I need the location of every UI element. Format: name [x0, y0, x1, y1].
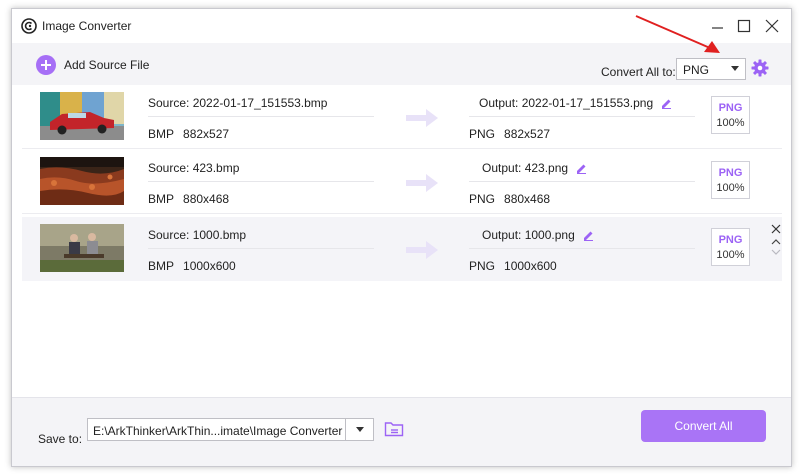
divider	[469, 248, 695, 249]
source-format: BMP	[148, 259, 175, 273]
source-resolution: 1000x600	[183, 259, 236, 273]
output-format-badge[interactable]: PNG 100%	[711, 96, 750, 134]
output-format: PNG	[469, 192, 496, 206]
output-meta: PNG 1000x600	[469, 259, 557, 273]
file-row[interactable]: Source: 2022-01-17_151553.bmp BMP 882x527…	[22, 85, 782, 149]
output-file-name-group: Output: 2022-01-17_151553.png	[479, 96, 672, 110]
output-format-value[interactable]: PNG	[683, 63, 709, 77]
output-resolution: 1000x600	[504, 259, 557, 273]
maximize-icon[interactable]	[735, 17, 753, 35]
output-file-name: Output: 1000.png	[482, 228, 575, 242]
title-bar: Image Converter	[12, 9, 791, 43]
output-file-name: Output: 2022-01-17_151553.png	[479, 96, 654, 110]
output-format: PNG	[469, 259, 496, 273]
chevron-down-icon[interactable]	[770, 247, 782, 257]
divider	[148, 181, 374, 182]
app-window: Image Converter Add Source File Convert …	[11, 8, 792, 467]
source-meta: BMP 880x468	[148, 192, 229, 206]
divider	[469, 181, 695, 182]
file-row[interactable]: Source: 423.bmp BMP 880x468 Output: 423.p…	[22, 150, 782, 214]
save-path-value[interactable]: E:\ArkThinker\ArkThin...imate\Image Conv…	[93, 424, 342, 438]
divider	[148, 248, 374, 249]
output-resolution: 880x468	[504, 192, 551, 206]
chevron-down-icon[interactable]	[731, 66, 739, 71]
source-meta: BMP 882x527	[148, 127, 229, 141]
folder-icon[interactable]	[384, 420, 404, 438]
toolbar: Add Source File Convert All to: PNG	[12, 43, 791, 85]
edit-icon[interactable]	[661, 98, 672, 109]
source-file-name: Source: 423.bmp	[148, 161, 240, 175]
output-meta: PNG 882x527	[469, 127, 550, 141]
arrow-right-icon	[406, 174, 438, 192]
source-resolution: 882x527	[183, 127, 230, 141]
badge-format[interactable]: PNG	[712, 102, 749, 114]
thumbnail-image	[40, 92, 124, 140]
output-format: PNG	[469, 127, 496, 141]
output-format-badge[interactable]: PNG 100%	[711, 228, 750, 266]
thumbnail-image	[40, 157, 124, 205]
file-row-selected[interactable]: Source: 1000.bmp BMP 1000x600 Output: 100…	[22, 217, 782, 281]
badge-format[interactable]: PNG	[712, 234, 749, 246]
edit-icon[interactable]	[583, 230, 594, 241]
divider	[469, 116, 695, 117]
source-meta: BMP 1000x600	[148, 259, 236, 273]
badge-quality[interactable]: 100%	[712, 117, 749, 129]
convert-all-button[interactable]: Convert All	[641, 410, 766, 442]
close-icon[interactable]	[763, 17, 781, 35]
app-logo-icon	[21, 18, 37, 34]
minimize-icon[interactable]	[709, 17, 727, 35]
add-source-file-label[interactable]: Add Source File	[64, 58, 149, 72]
save-path-field[interactable]: E:\ArkThinker\ArkThin...imate\Image Conv…	[87, 418, 374, 441]
divider	[148, 116, 374, 117]
badge-quality[interactable]: 100%	[712, 249, 749, 261]
edit-icon[interactable]	[576, 163, 587, 174]
add-icon[interactable]	[36, 55, 56, 75]
gear-icon[interactable]	[751, 59, 769, 77]
arrow-right-icon	[406, 241, 438, 259]
badge-quality[interactable]: 100%	[712, 182, 749, 194]
thumbnail-image	[40, 224, 124, 272]
source-format: BMP	[148, 127, 175, 141]
convert-all-to-label: Convert All to:	[601, 65, 676, 79]
output-meta: PNG 880x468	[469, 192, 550, 206]
save-to-label: Save to:	[38, 432, 83, 446]
window-title: Image Converter	[42, 19, 132, 33]
output-file-name-group: Output: 423.png	[482, 161, 587, 175]
output-resolution: 882x527	[504, 127, 551, 141]
output-format-badge[interactable]: PNG 100%	[711, 161, 750, 199]
chevron-up-icon[interactable]	[770, 237, 782, 247]
chevron-down-icon[interactable]	[356, 427, 364, 432]
source-file-name: Source: 1000.bmp	[148, 228, 247, 242]
output-format-select[interactable]: PNG	[676, 58, 746, 80]
badge-format[interactable]: PNG	[712, 167, 749, 179]
source-format: BMP	[148, 192, 175, 206]
add-source-file-button[interactable]: Add Source File	[36, 54, 149, 76]
source-file-name: Source: 2022-01-17_151553.bmp	[148, 96, 328, 110]
bottom-bar: Save to: E:\ArkThinker\ArkThin...imate\I…	[12, 397, 791, 466]
close-icon[interactable]	[770, 223, 782, 235]
output-file-name: Output: 423.png	[482, 161, 569, 175]
save-path-dropdown[interactable]	[345, 419, 373, 440]
arrow-right-icon	[406, 109, 438, 127]
output-file-name-group: Output: 1000.png	[482, 228, 594, 242]
source-resolution: 880x468	[183, 192, 230, 206]
